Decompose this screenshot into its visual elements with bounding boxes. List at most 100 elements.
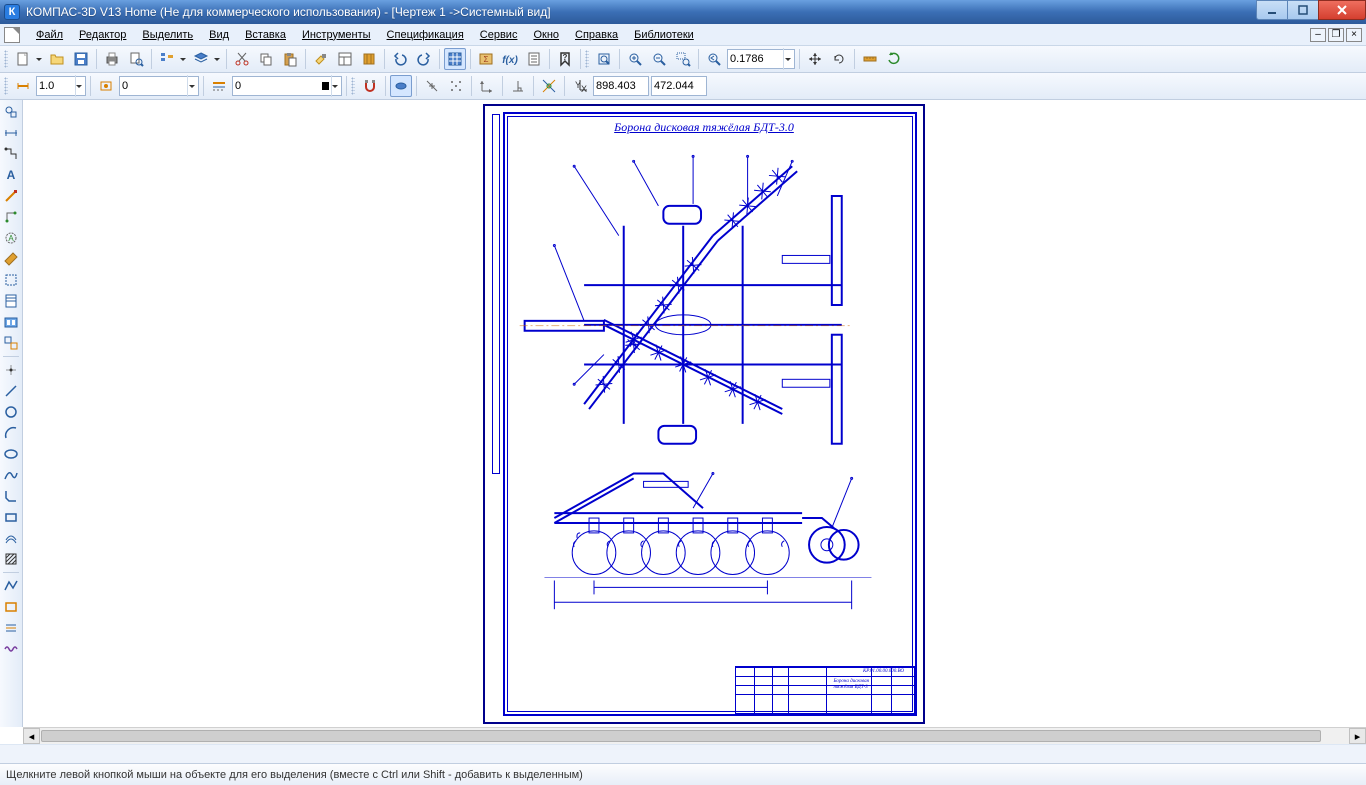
offset-button[interactable] [1,528,21,548]
coord-y-input[interactable] [654,80,704,92]
help-button[interactable]: ? [554,48,576,70]
scroll-right-button[interactable]: ▸ [1349,728,1366,744]
cut-button[interactable] [231,48,253,70]
style2-dropdown[interactable] [331,75,339,97]
scroll-thumb[interactable] [41,730,1321,742]
document-icon[interactable] [4,27,20,43]
ortho-button[interactable] [390,75,412,97]
menu-insert[interactable]: Вставка [237,27,294,43]
new-button[interactable] [12,48,34,70]
save-button[interactable] [70,48,92,70]
measure2-button[interactable] [1,249,21,269]
scale-combo[interactable] [36,76,86,96]
mdi-minimize-button[interactable]: – [1310,28,1326,42]
magnet-button[interactable] [359,75,381,97]
paste-button[interactable] [279,48,301,70]
select-button[interactable] [1,270,21,290]
zoom-fit-button[interactable] [593,48,615,70]
parametrize-button[interactable] [1,207,21,227]
variables-button[interactable]: Σ [475,48,497,70]
reports-button[interactable] [1,312,21,332]
properties-button[interactable] [334,48,356,70]
menu-libs[interactable]: Библиотеки [626,27,702,43]
spec-button[interactable] [1,291,21,311]
minimize-button[interactable] [1256,0,1288,20]
copy-button[interactable] [255,48,277,70]
rotate-button[interactable] [828,48,850,70]
polyline-button[interactable] [1,576,21,596]
rect2-button[interactable] [1,597,21,617]
scale-input[interactable] [39,80,75,92]
library-button[interactable] [358,48,380,70]
aux-geom-button[interactable]: A [1,228,21,248]
view-button[interactable] [95,75,117,97]
perpendicular-button[interactable] [507,75,529,97]
style1-input[interactable] [122,80,187,92]
h-scrollbar[interactable]: ◂ ▸ [23,727,1366,744]
mdi-restore-button[interactable]: ❐ [1328,28,1344,42]
arc-button[interactable] [1,423,21,443]
dimension-button[interactable] [1,123,21,143]
print-button[interactable] [101,48,123,70]
maximize-button[interactable] [1287,0,1319,20]
fx-button[interactable]: f(x) [499,48,521,70]
grid-toggle-button[interactable] [444,48,466,70]
scroll-left-button[interactable]: ◂ [23,728,40,744]
mdi-close-button[interactable]: × [1346,28,1362,42]
local-cs-button[interactable] [476,75,498,97]
style2-input[interactable] [235,80,320,92]
tree-dropdown[interactable] [178,48,188,70]
spline-button[interactable] [1,465,21,485]
linestyle-button[interactable] [208,75,230,97]
new-dropdown[interactable] [34,48,44,70]
menu-tools[interactable]: Инструменты [294,27,379,43]
redo-button[interactable] [413,48,435,70]
report-button[interactable] [523,48,545,70]
toolbar-grip[interactable] [4,77,8,95]
geometry-button[interactable] [1,102,21,122]
undo-button[interactable] [389,48,411,70]
menu-help[interactable]: Справка [567,27,626,43]
zoom-in-button[interactable] [624,48,646,70]
edit-button[interactable] [1,186,21,206]
pan-button[interactable] [804,48,826,70]
toolbar-grip[interactable] [4,50,8,68]
layers-dropdown[interactable] [212,48,222,70]
toolbar-grip[interactable] [585,50,589,68]
coord-x-input[interactable] [596,80,646,92]
open-button[interactable] [46,48,68,70]
menu-file[interactable]: Файл [28,27,71,43]
snap-auto-button[interactable] [538,75,560,97]
menu-window[interactable]: Окно [525,27,567,43]
wavy-button[interactable] [1,639,21,659]
close-button[interactable] [1318,0,1366,20]
snap-grid-button[interactable] [445,75,467,97]
zoom-window-button[interactable] [672,48,694,70]
zoom-input[interactable] [730,53,783,65]
menu-select[interactable]: Выделить [134,27,201,43]
style2-combo[interactable] [232,76,342,96]
scale-dropdown[interactable] [75,75,83,97]
multiline-button[interactable] [1,618,21,638]
zoom-combo[interactable] [727,49,795,69]
point-button[interactable] [1,360,21,380]
measure-button[interactable] [859,48,881,70]
rect-button[interactable] [1,507,21,527]
insert-button[interactable] [1,333,21,353]
format-painter-button[interactable] [310,48,332,70]
circle-button[interactable] [1,402,21,422]
designation-button[interactable] [1,144,21,164]
canvas[interactable]: Борона дисковая тяжёлая БДТ-3.0 [23,100,1366,727]
ellipse-button[interactable] [1,444,21,464]
chamfer-button[interactable] [1,486,21,506]
object-tree-button[interactable] [156,48,178,70]
style1-combo[interactable] [119,76,199,96]
zoom-dropdown[interactable] [783,48,792,70]
print-preview-button[interactable] [125,48,147,70]
coord-y-field[interactable] [651,76,707,96]
menu-service[interactable]: Сервис [472,27,526,43]
snap-toggle-button[interactable] [12,75,34,97]
zoom-out-button[interactable] [648,48,670,70]
layers-button[interactable] [190,48,212,70]
zoom-prev-button[interactable] [703,48,725,70]
